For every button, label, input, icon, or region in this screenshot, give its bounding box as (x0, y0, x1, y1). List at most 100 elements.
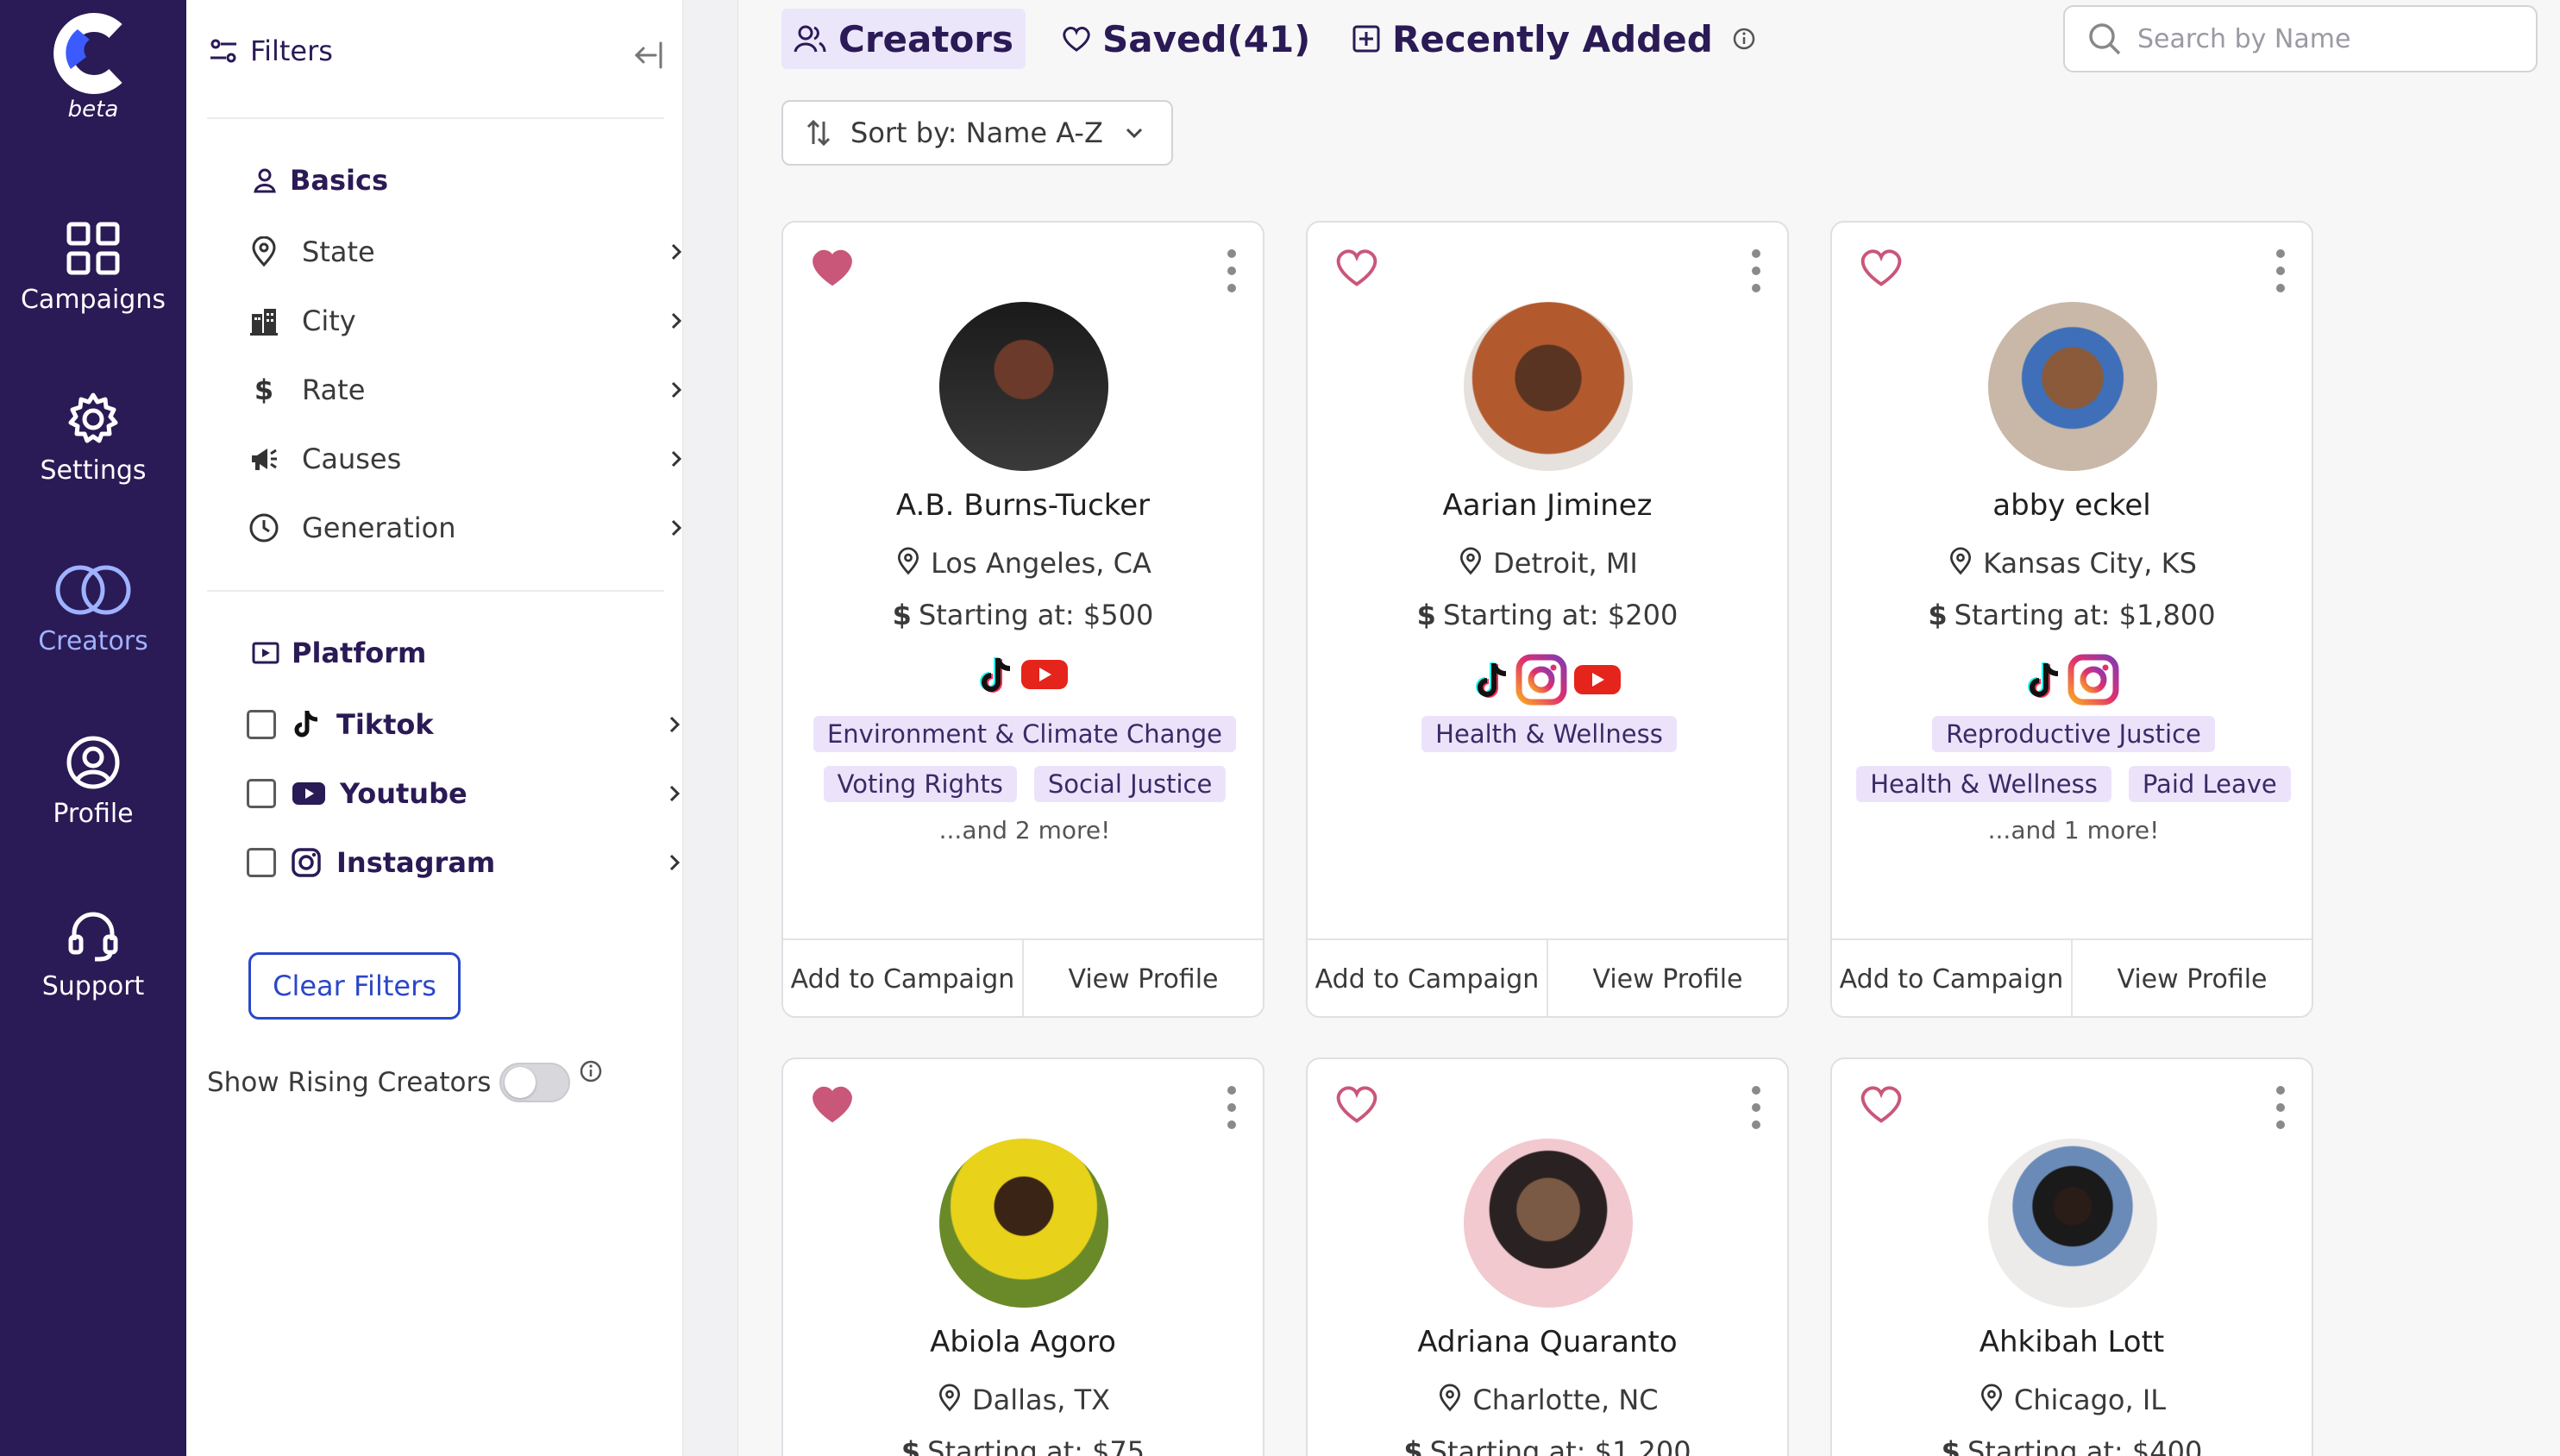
tiktok-icon (294, 711, 318, 737)
avatar[interactable] (1988, 302, 2157, 471)
tab-recently-added[interactable]: Recently Added (1352, 9, 1756, 69)
view-profile-button[interactable]: View Profile (1547, 940, 1787, 1016)
tiktok-icon[interactable] (1472, 659, 1510, 700)
avatar[interactable] (1464, 1139, 1633, 1308)
cause-tag: Voting Rights (823, 766, 1017, 802)
filter-state[interactable]: State (248, 235, 697, 269)
view-profile-button[interactable]: View Profile (1022, 940, 1263, 1016)
creator-card[interactable]: Abiola Agoro Dallas, TX $ Starting at: $75 (781, 1057, 1264, 1456)
youtube-icon[interactable] (1020, 656, 1070, 693)
map-pin-icon (898, 547, 919, 575)
avatar[interactable] (1988, 1139, 2157, 1308)
instagram-checkbox[interactable] (247, 848, 276, 877)
filter-tiktok[interactable]: Tiktok (247, 707, 695, 742)
headset-icon (68, 912, 118, 962)
creator-card[interactable]: A.B. Burns-Tucker Los Angeles, CA $ Startin… (781, 221, 1264, 1018)
creator-name[interactable]: Aarian Jiminez (1308, 488, 1787, 523)
creator-card[interactable]: Adriana Quaranto Charlotte, NC $ Starting a… (1306, 1057, 1789, 1456)
tiktok-label: Tiktok (336, 708, 434, 741)
more-vertical-icon[interactable] (2274, 248, 2287, 293)
platform-icons (783, 654, 1263, 695)
nav-profile[interactable]: Profile (0, 735, 186, 829)
filter-city[interactable]: City (248, 304, 697, 338)
add-to-campaign-button[interactable]: Add to Campaign (1308, 940, 1547, 1016)
tiktok-icon[interactable] (2024, 659, 2062, 700)
filter-youtube[interactable]: Youtube (247, 776, 695, 811)
youtube-icon[interactable] (1572, 662, 1622, 698)
creator-name[interactable]: A.B. Burns-Tucker (783, 488, 1263, 523)
heart-outline-icon[interactable] (1333, 1083, 1380, 1125)
info-icon[interactable] (1732, 27, 1756, 51)
chevron-right-icon (669, 785, 681, 802)
view-profile-button[interactable]: View Profile (2071, 940, 2312, 1016)
sort-dropdown[interactable]: Sort by: Name A-Z (781, 100, 1173, 166)
save-heart[interactable] (809, 1083, 856, 1128)
creator-location-text: Los Angeles, CA (931, 547, 1151, 580)
heart-filled-icon[interactable] (809, 1083, 856, 1125)
instagram-icon[interactable] (1515, 654, 1567, 706)
more-vertical-icon[interactable] (2274, 1085, 2287, 1130)
cause-tag: Health & Wellness (1856, 766, 2111, 802)
save-heart[interactable] (809, 247, 856, 292)
avatar[interactable] (939, 302, 1108, 471)
save-heart[interactable] (1333, 247, 1380, 292)
heart-outline-icon[interactable] (1858, 247, 1904, 288)
creators-main: Creators Saved(41) Recently Added Sort b… (738, 0, 2560, 1456)
user-circle-icon (66, 736, 120, 789)
nav-support[interactable]: Support (0, 907, 186, 1001)
filter-generation[interactable]: Generation (248, 511, 697, 545)
filter-rate[interactable]: $ Rate (248, 373, 697, 407)
heart-outline-icon[interactable] (1333, 247, 1380, 288)
more-vertical-icon[interactable] (1749, 1085, 1763, 1130)
creator-name[interactable]: abby eckel (1832, 488, 2312, 523)
creator-rate: $ Starting at: $200 (1308, 599, 1787, 631)
logo-icon[interactable] (52, 12, 135, 95)
tab-creators[interactable]: Creators (781, 9, 1026, 69)
grid-icon (66, 222, 120, 275)
rising-creators-label: Show Rising Creators (207, 1067, 492, 1098)
nav-creators[interactable]: Creators (0, 562, 186, 656)
filter-causes[interactable]: Causes (248, 442, 697, 476)
search-input[interactable] (2137, 23, 2517, 54)
save-heart[interactable] (1333, 1083, 1380, 1128)
tiktok-icon[interactable] (976, 654, 1014, 695)
save-heart[interactable] (1858, 247, 1904, 292)
creator-name[interactable]: Ahkibah Lott (1832, 1325, 2312, 1359)
clear-filters-button[interactable]: Clear Filters (248, 952, 461, 1020)
creator-name[interactable]: Adriana Quaranto (1308, 1325, 1787, 1359)
scroll-gutter (683, 0, 738, 1456)
creator-location: Chicago, IL (1832, 1384, 2312, 1416)
more-causes-text: ...and 2 more! (938, 816, 1111, 844)
creator-card[interactable]: abby eckel Kansas City, KS $ Starting at: $… (1830, 221, 2313, 1018)
rising-creators-toggle[interactable] (499, 1063, 571, 1102)
save-heart[interactable] (1858, 1083, 1904, 1128)
beta-label: beta (67, 97, 119, 122)
avatar[interactable] (1464, 302, 1633, 471)
nav-campaigns[interactable]: Campaigns (0, 221, 186, 315)
more-vertical-icon[interactable] (1225, 248, 1239, 293)
collapse-panel-icon[interactable] (631, 38, 666, 72)
instagram-icon[interactable] (2067, 654, 2119, 706)
info-icon[interactable] (579, 1059, 603, 1083)
add-to-campaign-button[interactable]: Add to Campaign (783, 940, 1022, 1016)
tiktok-checkbox[interactable] (247, 710, 276, 739)
more-vertical-icon[interactable] (1225, 1085, 1239, 1130)
creator-card[interactable]: Aarian Jiminez Detroit, MI $ Starting at: $… (1306, 221, 1789, 1018)
add-to-campaign-button[interactable]: Add to Campaign (1832, 940, 2071, 1016)
heart-outline-icon[interactable] (1858, 1083, 1904, 1125)
creator-location-text: Charlotte, NC (1472, 1384, 1659, 1416)
avatar[interactable] (939, 1139, 1108, 1308)
basics-section-header: Basics (252, 164, 388, 197)
clock-icon (249, 513, 279, 543)
more-vertical-icon[interactable] (1749, 248, 1763, 293)
tab-saved[interactable]: Saved(41) (1061, 9, 1310, 69)
heart-filled-icon[interactable] (809, 247, 856, 288)
nav-settings[interactable]: Settings (0, 392, 186, 486)
youtube-checkbox[interactable] (247, 779, 276, 808)
dollar-icon: $ (892, 599, 912, 631)
platform-section-header: Platform (252, 637, 426, 669)
map-pin-icon (1440, 1384, 1461, 1412)
filter-instagram[interactable]: Instagram (247, 845, 695, 880)
creator-card[interactable]: Ahkibah Lott Chicago, IL $ Starting at: $40… (1830, 1057, 2313, 1456)
creator-name[interactable]: Abiola Agoro (783, 1325, 1263, 1359)
